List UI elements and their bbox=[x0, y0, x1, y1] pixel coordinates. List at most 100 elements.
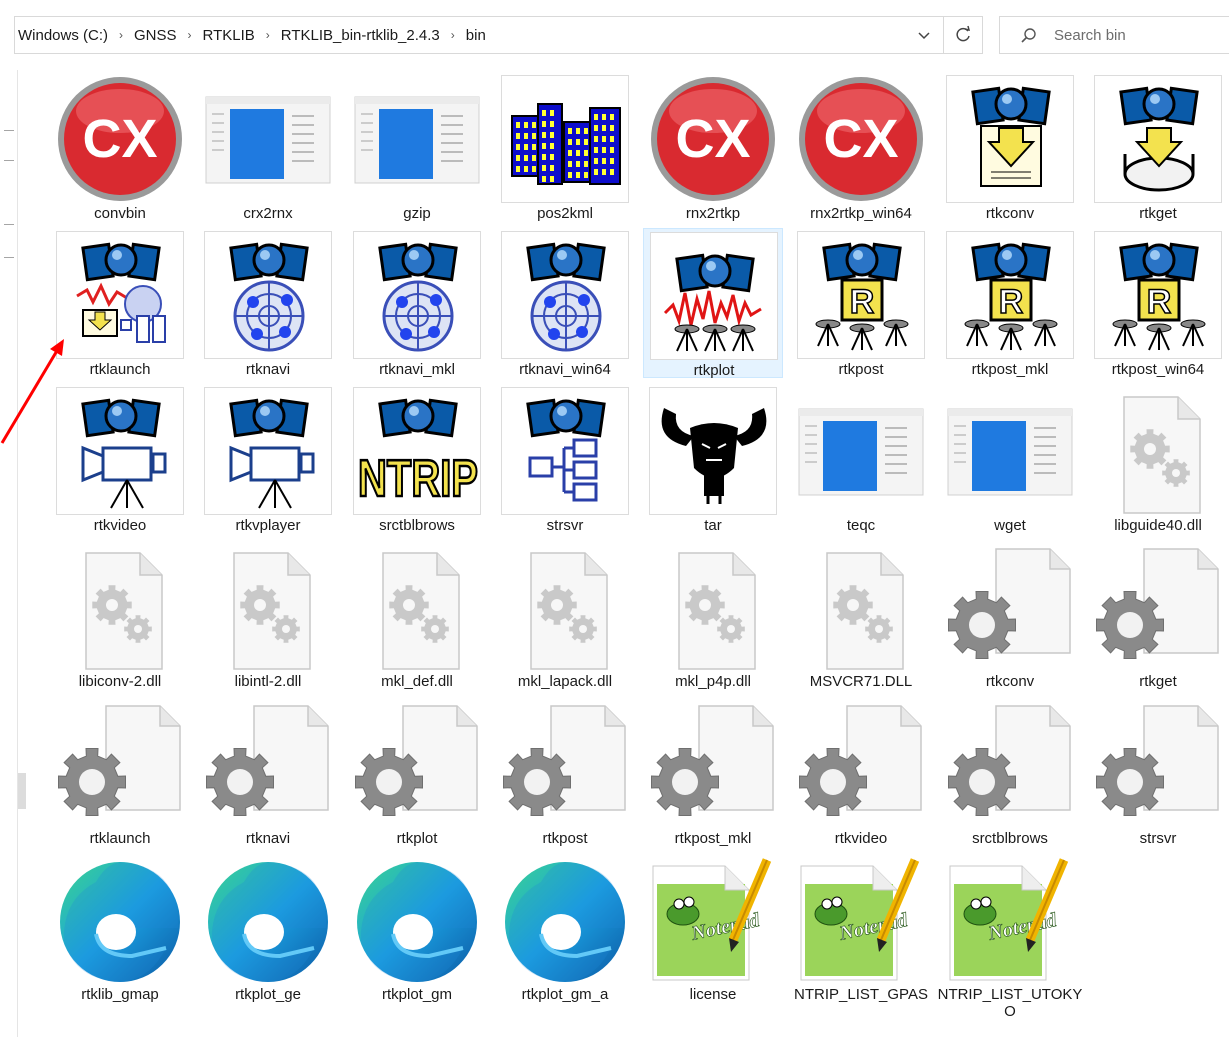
settings-file-icon bbox=[204, 700, 332, 828]
file-item[interactable]: rtkvideo bbox=[791, 697, 931, 847]
file-item[interactable]: CX rnx2rtkp bbox=[643, 72, 783, 222]
file-name: strsvr bbox=[1139, 830, 1177, 847]
file-item[interactable]: Notepad license bbox=[643, 853, 783, 1003]
settings-file-icon bbox=[946, 700, 1074, 828]
file-item[interactable]: rtkconv bbox=[940, 72, 1080, 222]
file-item[interactable]: strsvr bbox=[495, 384, 635, 534]
file-name: rtkpost_mkl bbox=[674, 830, 752, 847]
file-name: srctblbrows bbox=[379, 517, 455, 534]
file-item[interactable]: libguide40.dll bbox=[1088, 384, 1228, 534]
file-name: rtkvplayer bbox=[235, 517, 301, 534]
breadcrumb-item-rtklib[interactable]: RTKLIB bbox=[203, 27, 255, 44]
file-item[interactable]: CX convbin bbox=[50, 72, 190, 222]
navigation-pane[interactable] bbox=[0, 70, 18, 1037]
file-item[interactable]: rtkplot bbox=[347, 697, 487, 847]
settings-file-icon bbox=[946, 543, 1074, 671]
file-item[interactable]: rtkvplayer bbox=[198, 384, 338, 534]
svg-text:CX: CX bbox=[675, 109, 750, 169]
file-item[interactable]: teqc bbox=[791, 384, 931, 534]
file-item[interactable]: rtkget bbox=[1088, 540, 1228, 690]
breadcrumb-item-bin[interactable]: bin bbox=[466, 27, 486, 44]
file-item[interactable]: rtknavi_win64 bbox=[495, 228, 635, 378]
dll-file-icon bbox=[353, 543, 481, 671]
file-item[interactable]: mkl_p4p.dll bbox=[643, 540, 783, 690]
breadcrumb-item-rtklib-bin[interactable]: RTKLIB_bin-rtklib_2.4.3 bbox=[281, 27, 440, 44]
file-item[interactable]: rtkplot_gm bbox=[347, 853, 487, 1003]
search-input[interactable]: Search bin bbox=[1054, 27, 1126, 44]
edge-html-icon bbox=[56, 856, 184, 984]
file-name: convbin bbox=[94, 205, 146, 222]
file-item[interactable]: rtkplot_gm_a bbox=[495, 853, 635, 1003]
svg-text:R: R bbox=[850, 283, 875, 321]
satellite-convert-icon bbox=[946, 75, 1074, 203]
file-name: MSVCR71.DLL bbox=[809, 673, 913, 690]
settings-file-icon bbox=[797, 700, 925, 828]
breadcrumb-item-gnss[interactable]: GNSS bbox=[134, 27, 177, 44]
settings-file-icon bbox=[501, 700, 629, 828]
file-item[interactable]: rtklaunch bbox=[50, 697, 190, 847]
satellite-radar-icon bbox=[204, 231, 332, 359]
file-item[interactable]: Notepad NTRIP_LIST_GPAS bbox=[791, 853, 931, 1003]
cx-icon: CX bbox=[56, 75, 184, 203]
file-item[interactable]: strsvr bbox=[1088, 697, 1228, 847]
svg-text:R: R bbox=[999, 283, 1024, 321]
dll-file-icon bbox=[204, 543, 332, 671]
file-item[interactable]: rtkplot_ge bbox=[198, 853, 338, 1003]
file-name: rtknavi bbox=[245, 361, 291, 378]
file-item[interactable]: libintl-2.dll bbox=[198, 540, 338, 690]
file-item[interactable]: R rtkpost_win64 bbox=[1088, 228, 1228, 378]
file-name: rtkplot_gm bbox=[381, 986, 453, 1003]
file-item[interactable]: crx2rnx bbox=[198, 72, 338, 222]
file-name: tar bbox=[704, 517, 722, 534]
file-name: rtkconv bbox=[985, 205, 1035, 222]
window-thumbnail-icon bbox=[797, 387, 925, 515]
file-item[interactable]: rtkplot bbox=[643, 228, 783, 379]
chevron-right-icon[interactable]: › bbox=[266, 28, 270, 42]
file-item[interactable]: srctblbrows bbox=[940, 697, 1080, 847]
file-item[interactable]: mkl_lapack.dll bbox=[495, 540, 635, 690]
file-item[interactable]: libiconv-2.dll bbox=[50, 540, 190, 690]
file-name: libiconv-2.dll bbox=[78, 673, 162, 690]
file-name: rnx2rtkp_win64 bbox=[810, 205, 912, 222]
file-item[interactable]: R rtkpost bbox=[791, 228, 931, 378]
file-item[interactable]: rtkpost_mkl bbox=[643, 697, 783, 847]
file-item[interactable]: R rtkpost_mkl bbox=[940, 228, 1080, 378]
file-item[interactable]: gzip bbox=[347, 72, 487, 222]
search-box[interactable]: Search bin bbox=[999, 16, 1229, 54]
file-item[interactable]: rtklib_gmap bbox=[50, 853, 190, 1003]
file-name: rtknavi bbox=[245, 830, 291, 847]
file-name: wget bbox=[994, 517, 1026, 534]
file-name: rtkconv bbox=[985, 673, 1035, 690]
window-thumbnail-icon bbox=[204, 75, 332, 203]
file-item[interactable]: rtknavi bbox=[198, 228, 338, 378]
chevron-right-icon[interactable]: › bbox=[119, 28, 123, 42]
refresh-button[interactable] bbox=[943, 17, 982, 53]
file-item[interactable]: rtknavi_mkl bbox=[347, 228, 487, 378]
breadcrumb-item-drive[interactable]: Windows (C:) bbox=[18, 27, 108, 44]
file-item[interactable]: CX rnx2rtkp_win64 bbox=[791, 72, 931, 222]
svg-text:NTRIP: NTRIP bbox=[358, 449, 478, 507]
file-item[interactable]: NTRIP srctblbrows bbox=[347, 384, 487, 534]
settings-file-icon bbox=[1094, 543, 1222, 671]
address-bar[interactable]: Windows (C:) › GNSS › RTKLIB › RTKLIB_bi… bbox=[14, 16, 983, 54]
file-item[interactable]: rtkget bbox=[1088, 72, 1228, 222]
file-item[interactable]: Notepad NTRIP_LIST_UTOKYO bbox=[938, 853, 1082, 1020]
scrollbar-thumb[interactable] bbox=[18, 773, 26, 809]
chevron-right-icon[interactable]: › bbox=[451, 28, 455, 42]
file-item[interactable]: mkl_def.dll bbox=[347, 540, 487, 690]
file-item[interactable]: rtknavi bbox=[198, 697, 338, 847]
dll-file-icon bbox=[56, 543, 184, 671]
chevron-right-icon[interactable]: › bbox=[188, 28, 192, 42]
file-item[interactable]: rtkpost bbox=[495, 697, 635, 847]
satellite-post-icon: R bbox=[946, 231, 1074, 359]
file-item[interactable]: MSVCR71.DLL bbox=[791, 540, 931, 690]
file-item[interactable]: wget bbox=[940, 384, 1080, 534]
file-item[interactable]: tar bbox=[643, 384, 783, 534]
svg-text:CX: CX bbox=[823, 109, 898, 169]
file-item[interactable]: rtkconv bbox=[940, 540, 1080, 690]
file-name: srctblbrows bbox=[972, 830, 1048, 847]
refresh-icon bbox=[956, 25, 971, 42]
chevron-down-icon[interactable] bbox=[914, 26, 934, 44]
file-name: pos2kml bbox=[537, 205, 593, 222]
file-item[interactable]: pos2kml bbox=[495, 72, 635, 222]
